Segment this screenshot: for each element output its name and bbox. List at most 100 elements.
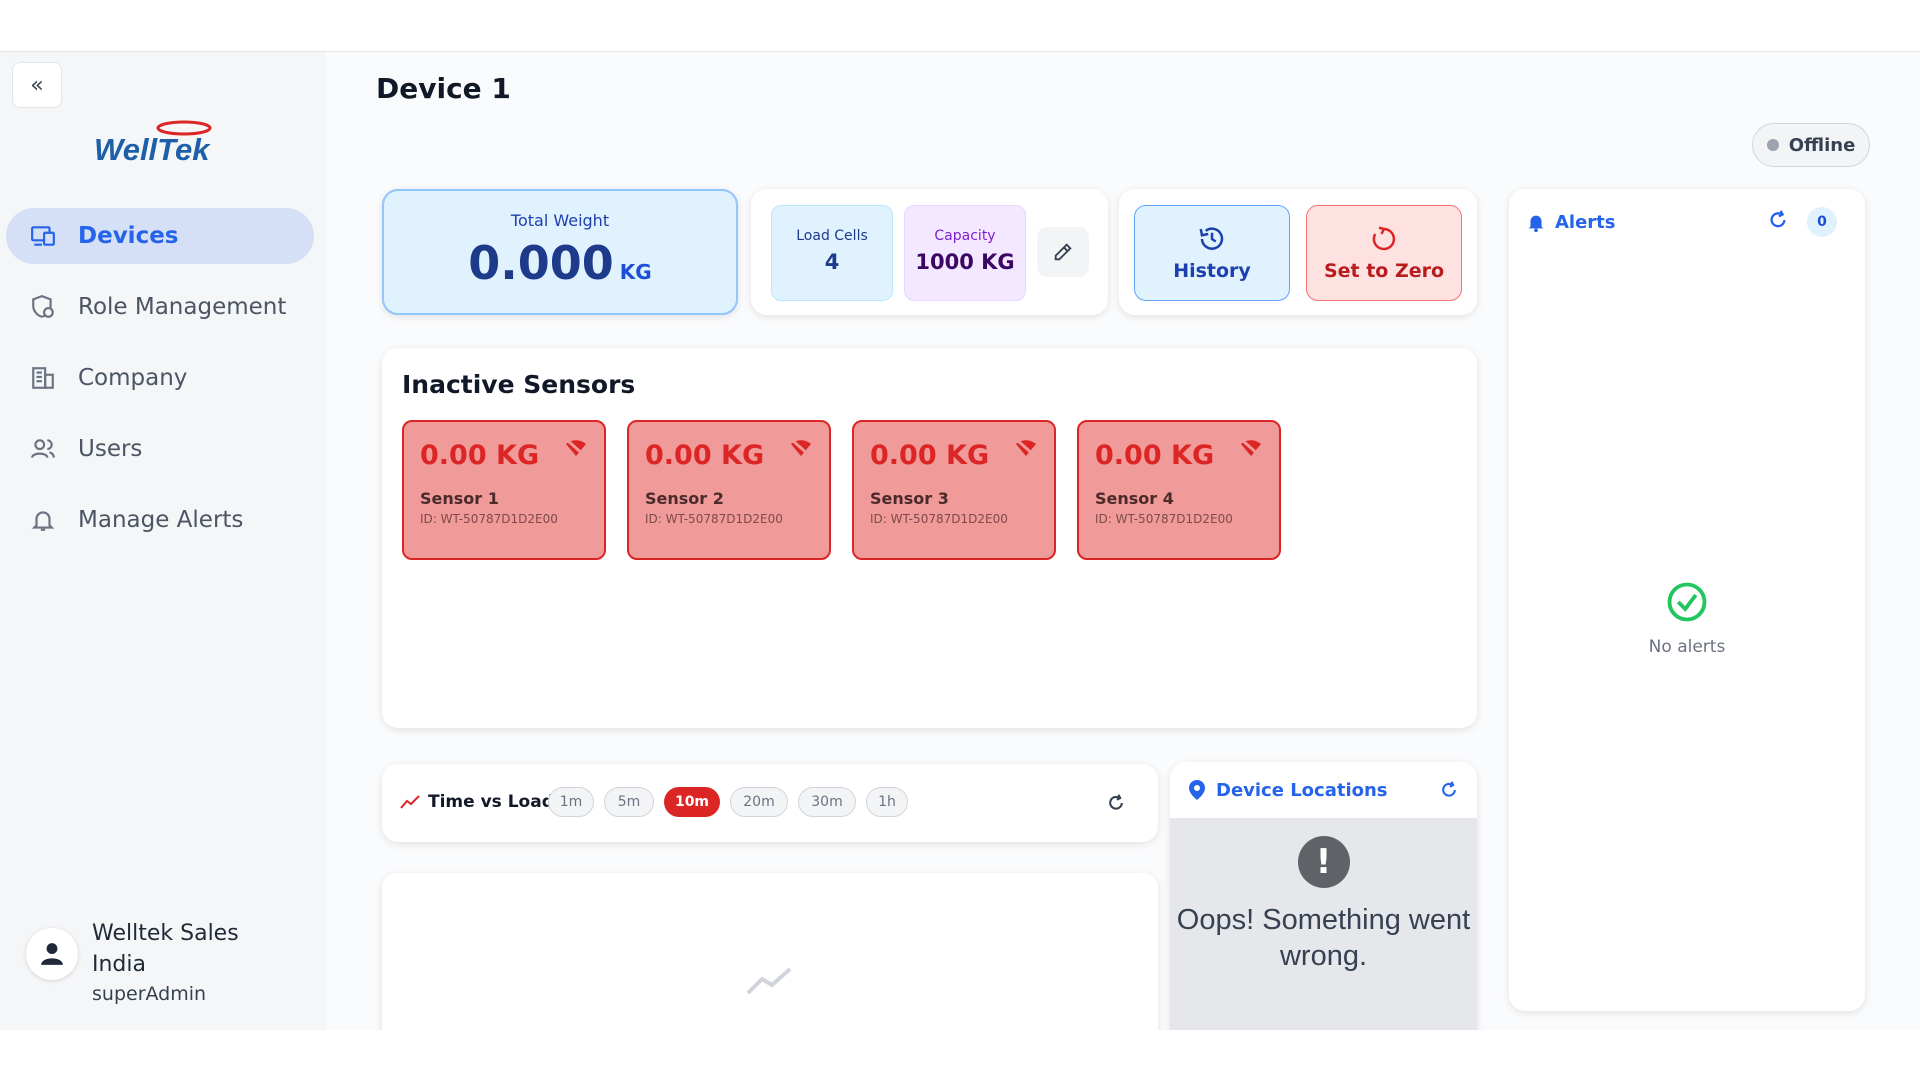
range-chip-30m[interactable]: 30m [798,787,856,817]
sensor-value: 0.00 KG [870,440,990,471]
sensor-name: Sensor 3 [870,489,949,508]
status-badge: Offline [1752,123,1870,167]
sensor-id: ID: WT-50787D1D2E00 [1095,512,1233,526]
history-label: History [1173,260,1251,282]
sensor-name: Sensor 4 [1095,489,1174,508]
refresh-alerts-button[interactable] [1767,209,1789,235]
total-weight-number: 0.000 [468,236,614,290]
collapse-sidebar-button[interactable]: « [12,62,62,108]
sidebar-item-role-management[interactable]: Role Management [6,279,314,335]
user-profile[interactable]: Welltek Sales India superAdmin [26,918,316,1008]
sensor-value: 0.00 KG [1095,440,1215,471]
capacity-label: Capacity [934,228,996,244]
sensor-id: ID: WT-50787D1D2E00 [420,512,558,526]
role-shield-icon [28,292,58,322]
brand-logo: WellTek [92,118,232,170]
map-error-panel: ! Oops! Something went wrong. [1170,818,1477,1030]
sensor-card[interactable]: 0.00 KG Sensor 1 ID: WT-50787D1D2E00 [402,420,606,560]
chart-title: Time vs Load [428,792,554,812]
bell-icon [28,505,58,535]
exclamation-icon: ! [1297,836,1350,888]
trend-line-icon [400,795,420,809]
alerts-title: Alerts [1555,211,1616,233]
sidebar-item-label: Manage Alerts [78,507,244,533]
range-chip-1h[interactable]: 1h [866,787,908,817]
refresh-icon [1770,210,1786,228]
set-to-zero-label: Set to Zero [1323,260,1445,282]
status-text: Offline [1788,134,1856,156]
bottom-bar [0,1030,1920,1080]
sensor-card[interactable]: 0.00 KG Sensor 4 ID: WT-50787D1D2E00 [1077,420,1281,560]
top-bar [0,0,1920,52]
range-chip-1m[interactable]: 1m [548,787,594,817]
set-to-zero-button[interactable]: Set to Zero [1306,205,1462,301]
sidebar-item-label: Users [78,436,143,462]
range-chip-20m[interactable]: 20m [730,787,788,817]
sidebar-nav: Devices Role Management Company Users Ma… [6,208,314,563]
building-icon [28,363,58,393]
device-actions-card: History Set to Zero [1119,189,1477,315]
sensor-name: Sensor 2 [645,489,724,508]
sidebar-item-users[interactable]: Users [6,421,314,477]
sidebar-item-manage-alerts[interactable]: Manage Alerts [6,492,314,548]
check-circle-icon [1667,582,1707,622]
history-icon [1199,227,1224,250]
capacity-box: Capacity 1000 KG [904,205,1026,301]
wifi-off-icon [566,438,586,458]
wifi-off-icon [1016,438,1036,458]
alerts-header: Alerts 0 [1525,207,1849,237]
sidebar-item-label: Company [78,365,188,391]
no-alerts-state: No alerts [1509,581,1865,657]
reset-icon [1372,226,1396,251]
time-vs-load-chart [382,873,1158,1030]
refresh-chart-icon[interactable] [1106,793,1126,813]
no-alerts-text: No alerts [1648,637,1726,657]
app-root: « WellTek Devices Role Management Compan… [0,52,1920,1030]
map-pin-icon [1189,780,1205,800]
wifi-off-icon [1241,438,1261,458]
user-role: superAdmin [92,983,207,1005]
sensor-id: ID: WT-50787D1D2E00 [645,512,783,526]
double-chevron-left-icon: « [30,72,44,98]
empty-chart-icon [746,967,792,995]
sensor-id: ID: WT-50787D1D2E00 [870,512,1008,526]
range-chip-10m[interactable]: 10m [664,787,720,817]
sidebar: « WellTek Devices Role Management Compan… [0,52,326,1030]
avatar [26,928,78,980]
sensor-card[interactable]: 0.00 KG Sensor 3 ID: WT-50787D1D2E00 [852,420,1056,560]
time-vs-load-toolbar: Time vs Load 1m 5m 10m 20m 30m 1h [382,764,1158,842]
alerts-count-badge: 0 [1807,207,1837,237]
svg-text:WellTek: WellTek [94,132,211,167]
wifi-off-icon [791,438,811,458]
sensor-value: 0.00 KG [420,440,540,471]
load-cells-box: Load Cells 4 [771,205,893,301]
sensor-name: Sensor 1 [420,489,499,508]
person-icon [41,943,63,965]
locations-title: Device Locations [1216,779,1388,801]
edit-specs-button[interactable] [1037,227,1089,277]
alerts-panel: Alerts 0 No alerts [1509,189,1865,1011]
bell-ring-icon [1528,215,1544,233]
total-weight-card: Total Weight 0.000 KG [382,189,738,315]
load-cells-label: Load Cells [796,228,868,244]
capacity-value: 1000 KG [915,250,1015,274]
range-chip-5m[interactable]: 5m [604,787,654,817]
sidebar-item-label: Role Management [78,294,287,320]
load-cells-value: 4 [824,250,840,274]
page-title: Device 1 [376,72,511,105]
device-specs-card: Load Cells 4 Capacity 1000 KG [751,189,1108,315]
sensor-card[interactable]: 0.00 KG Sensor 2 ID: WT-50787D1D2E00 [627,420,831,560]
map-error-text: Oops! Something went wrong. [1176,904,1471,972]
refresh-locations-icon[interactable] [1439,780,1459,800]
pencil-icon [1054,243,1072,261]
total-weight-value: 0.000 KG [384,236,736,290]
sidebar-item-label: Devices [78,223,179,249]
sidebar-item-company[interactable]: Company [6,350,314,406]
locations-header: Device Locations [1170,762,1477,818]
inactive-sensors-card: Inactive Sensors 0.00 KG Sensor 1 ID: WT… [382,348,1477,728]
users-icon [28,434,58,464]
section-title: Inactive Sensors [402,370,636,399]
history-button[interactable]: History [1134,205,1290,301]
sidebar-item-devices[interactable]: Devices [6,208,314,264]
sensor-value: 0.00 KG [645,440,765,471]
